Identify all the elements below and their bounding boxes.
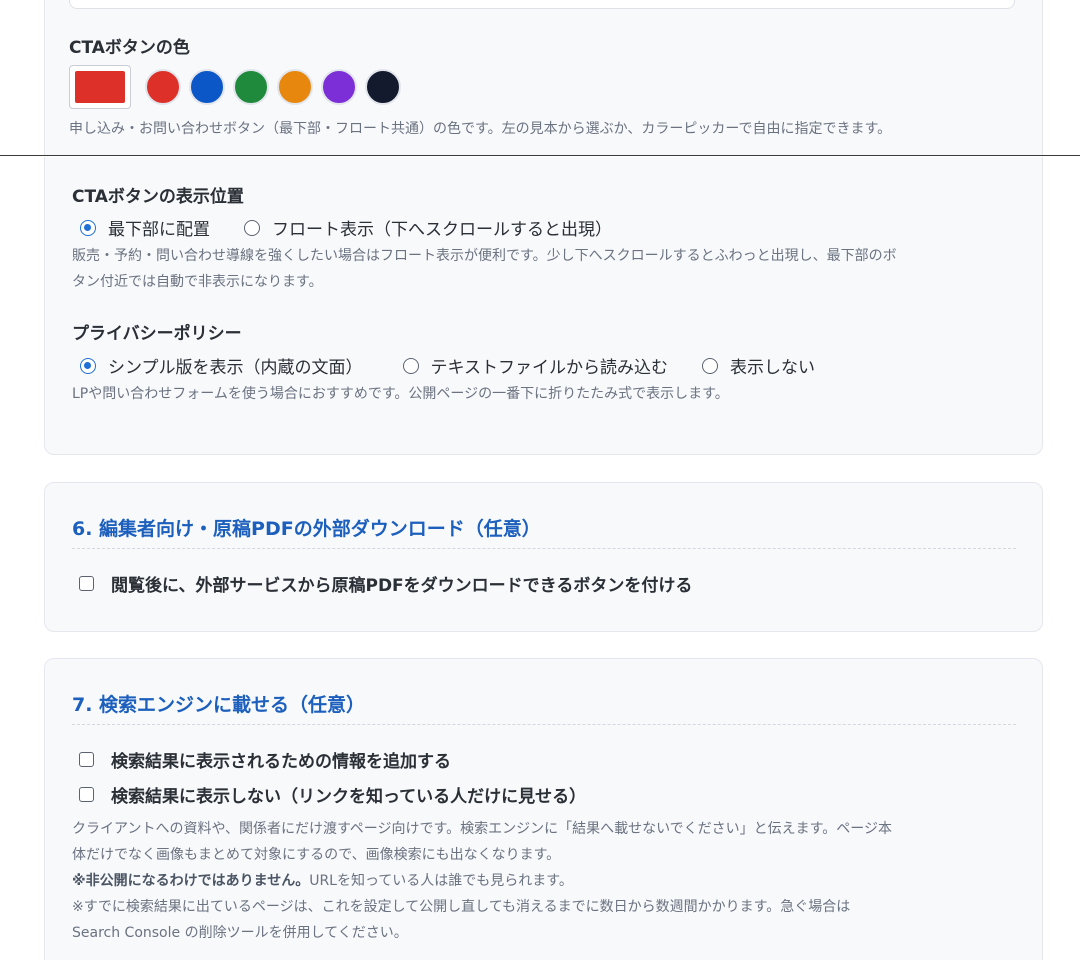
privacy-option-label: 表示しない [730,358,815,378]
color-picker-button[interactable] [69,65,131,109]
radio-icon[interactable] [244,219,260,236]
checkbox-icon[interactable] [79,752,94,767]
section-6-title: 6. 編集者向け・原稿PDFの外部ダウンロード（任意） [72,518,541,540]
help-line: Search Console の削除ツールを併用してください。 [72,925,408,941]
help-line: 販売・予約・問い合わせ導線を強くしたい場合はフロート表示が便利です。少し下へスク… [72,248,897,264]
help-line: タン付近では自動で非表示になります。 [72,274,323,290]
privacy-label: プライバシーポリシー [72,324,242,344]
text-input-partial[interactable] [69,0,1015,9]
cta-settings-panel: CTAボタンの色 申し込み・お問い合わせボタン（最下部・フロート共通）の色です。… [44,0,1043,156]
seo-info-checkbox-label: 検索結果に表示されるための情報を追加する [111,752,451,772]
cta-position-radio-group: 最下部に配置 フロート表示（下へスクロールすると出現） [80,215,646,240]
pdf-download-checkbox-row[interactable]: 閲覧後に、外部サービスから原稿PDFをダウンロードできるボタンを付ける [79,571,692,596]
section-6-card: 6. 編集者向け・原稿PDFの外部ダウンロード（任意） 閲覧後に、外部サービスか… [44,482,1043,632]
cta-color-label: CTAボタンの色 [69,38,190,58]
color-preset-green[interactable] [233,69,269,105]
cta-position-label: CTAボタンの表示位置 [72,187,244,207]
radio-icon[interactable] [702,357,718,374]
noindex-checkbox-row[interactable]: 検索結果に表示しない（リンクを知っている人だけに見せる） [79,782,586,807]
color-preset-blue[interactable] [189,69,225,105]
help-note-rest: URLを知っている人は誰でも見られます。 [309,873,573,889]
cta-position-option-float[interactable]: フロート表示（下へスクロールすると出現） [244,215,612,240]
section-divider [72,548,1016,549]
radio-selected-icon[interactable] [80,219,96,236]
privacy-option-simple[interactable]: シンプル版を表示（内蔵の文面） [80,353,363,378]
privacy-radio-group: シンプル版を表示（内蔵の文面） テキストファイルから読み込む 表示しない [80,353,849,378]
checkbox-icon[interactable] [79,787,94,802]
cta-position-option-label: 最下部に配置 [108,220,210,240]
help-note-bold: ※非公開になるわけではありません。 [72,873,310,889]
color-preset-purple[interactable] [321,69,357,105]
color-preset-list [145,69,401,105]
privacy-option-hide[interactable]: 表示しない [702,353,815,378]
privacy-option-label: シンプル版を表示（内蔵の文面） [108,358,363,378]
noindex-checkbox-label: 検索結果に表示しない（リンクを知っている人だけに見せる） [111,787,587,807]
help-note: ※非公開になるわけではありません。URLを知っている人は誰でも見られます。 [72,868,1022,894]
radio-icon[interactable] [402,357,419,374]
cta-position-card: CTAボタンの表示位置 最下部に配置 フロート表示（下へスクロールすると出現） … [44,157,1043,455]
divider-line [0,155,1080,156]
section-7-card: 7. 検索エンジンに載せる（任意） 検索結果に表示されるための情報を追加する 検… [44,658,1043,960]
privacy-help: LPや問い合わせフォームを使う場合におすすめです。公開ページの一番下に折りたたみ… [72,386,729,402]
privacy-option-label: テキストファイルから読み込む [430,358,669,378]
help-line: ※すでに検索結果に出ているページは、これを設定して公開し直しても消えるまでに数日… [72,899,851,915]
color-preset-orange[interactable] [277,69,313,105]
cta-position-option-label: フロート表示（下へスクロールすると出現） [272,220,612,240]
cta-color-help: 申し込み・お問い合わせボタン（最下部・フロート共通）の色です。左の見本から選ぶか… [69,121,892,137]
pdf-download-checkbox-label: 閲覧後に、外部サービスから原稿PDFをダウンロードできるボタンを付ける [111,576,693,596]
cta-position-option-bottom[interactable]: 最下部に配置 [80,215,210,240]
help-line: 体だけでなく画像もまとめて対象にするので、画像検索にも出なくなります。 [72,847,561,863]
section-7-title: 7. 検索エンジンに載せる（任意） [72,694,366,716]
privacy-option-textfile[interactable]: テキストファイルから読み込む [402,353,669,378]
radio-selected-icon[interactable] [80,357,96,374]
color-preset-navy[interactable] [365,69,401,105]
section-divider [72,724,1016,725]
cta-position-help: 販売・予約・問い合わせ導線を強くしたい場合はフロート表示が便利です。少し下へスク… [72,243,1022,295]
checkbox-icon[interactable] [79,576,94,591]
color-preset-red[interactable] [145,69,181,105]
color-picker-preview [75,71,125,103]
help-line: クライアントへの資料や、関係者にだけ渡すページ向けです。検索エンジンに「結果へ載… [72,821,892,837]
noindex-help: クライアントへの資料や、関係者にだけ渡すページ向けです。検索エンジンに「結果へ載… [72,816,1022,946]
seo-info-checkbox-row[interactable]: 検索結果に表示されるための情報を追加する [79,747,451,772]
